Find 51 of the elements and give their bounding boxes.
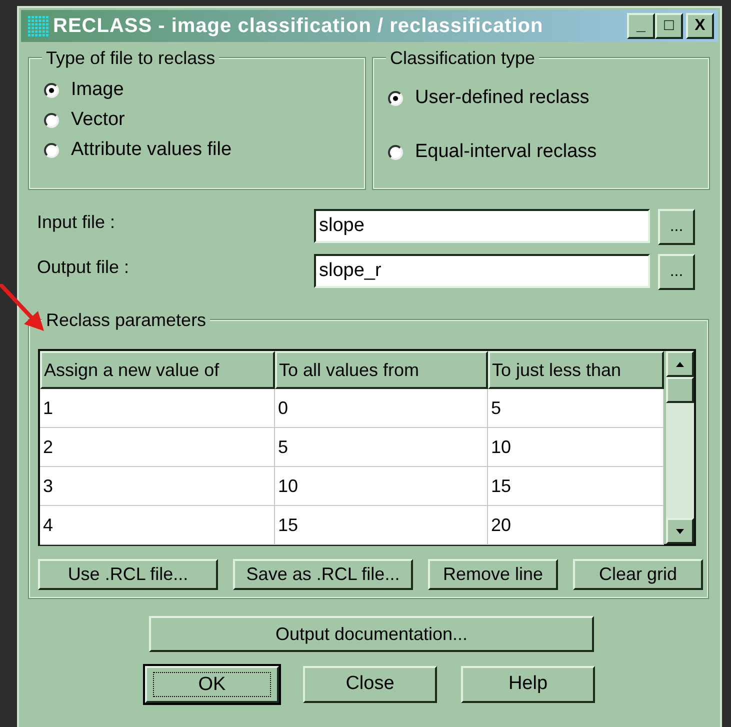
table-cell: 10	[488, 428, 664, 467]
text-field[interactable]: slope_r	[314, 254, 650, 288]
radio-button[interactable]	[44, 142, 59, 158]
grid-button[interactable]: Save as .RCL file...	[233, 559, 413, 590]
column-header[interactable]: To all values from	[275, 351, 488, 389]
radio-button[interactable]	[44, 82, 59, 98]
field-label: Output file :	[37, 256, 130, 279]
browse-button[interactable]: ...	[658, 254, 695, 290]
up-arrow-icon	[676, 362, 684, 366]
radio-button[interactable]	[388, 144, 403, 160]
table-cell: 10	[275, 467, 488, 506]
text-field[interactable]: slope	[314, 209, 650, 243]
dialog-button[interactable]: Close	[303, 666, 437, 703]
table-cell: 20	[488, 506, 664, 545]
browse-button[interactable]: ...	[658, 209, 695, 245]
column-header[interactable]: To just less than	[488, 351, 664, 389]
annotation-arrow	[0, 284, 46, 332]
window-close-button[interactable]: X	[686, 13, 714, 39]
radio-label: Equal-interval reclass	[415, 140, 597, 164]
dialog-button[interactable]: OK	[145, 666, 279, 703]
radio-button[interactable]	[388, 90, 403, 106]
field-label: Input file :	[37, 211, 116, 234]
table-cell: 1	[40, 389, 275, 428]
table-cell: 15	[275, 506, 488, 545]
grid-button[interactable]: Remove line	[428, 559, 558, 590]
column-header[interactable]: Assign a new value of	[40, 351, 275, 389]
radio-label: Vector	[71, 108, 125, 132]
table-cell: 5	[275, 428, 488, 467]
scrollbar[interactable]	[666, 351, 694, 544]
output-documentation-button[interactable]: Output documentation...	[149, 616, 594, 652]
grid-button[interactable]: Use .RCL file...	[38, 559, 218, 590]
down-arrow-icon	[676, 528, 684, 534]
table-cell: 2	[40, 428, 275, 467]
table-cell: 15	[488, 467, 664, 506]
grid-button[interactable]: Clear grid	[573, 559, 703, 590]
radio-label: Attribute values file	[71, 138, 232, 162]
minimize-button[interactable]: _	[627, 13, 655, 39]
dialog-button[interactable]: Help	[461, 666, 595, 703]
table-cell: 3	[40, 467, 275, 506]
radio-label: Image	[71, 78, 124, 102]
table-cell: 4	[40, 506, 275, 545]
window-title: RECLASS - image classification / reclassification	[53, 14, 544, 39]
table-cell: 0	[275, 389, 488, 428]
radio-button[interactable]	[44, 112, 59, 128]
radio-label: User-defined reclass	[415, 86, 590, 110]
scroll-thumb[interactable]	[666, 377, 694, 403]
app-icon	[27, 15, 49, 37]
table-cell: 5	[488, 389, 664, 428]
scroll-down-button[interactable]	[666, 518, 694, 544]
maximize-button[interactable]: □	[655, 13, 683, 39]
scroll-up-button[interactable]	[666, 351, 694, 377]
